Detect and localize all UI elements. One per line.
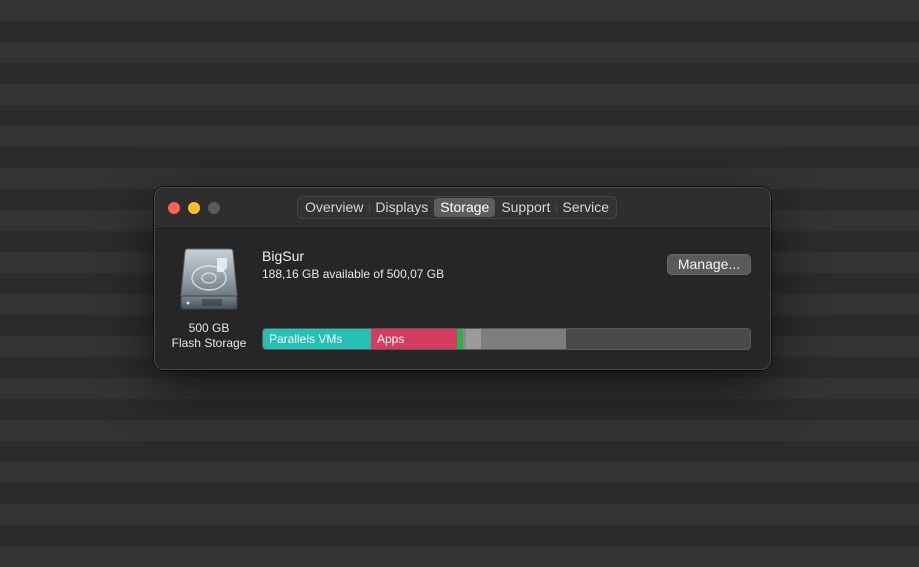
tab-support[interactable]: Support [495,198,556,217]
minimize-window-button[interactable] [188,202,200,214]
storage-segment-parallels-vms[interactable]: Parallels VMs [263,329,371,349]
volume-name: BigSur [262,248,305,264]
tab-displays[interactable]: Displays [369,198,434,217]
storage-segment-system[interactable] [481,329,566,349]
volume-available-text: 188,16 GB available of 500,07 GB [262,267,445,281]
close-window-button[interactable] [168,202,180,214]
manage-button[interactable]: Manage... [667,254,751,275]
zoom-window-button [208,202,220,214]
drive-type-label: Flash Storage [171,336,247,350]
tab-service[interactable]: Service [556,198,615,217]
storage-panel: 500 GB Flash Storage BigSur 188,16 GB av… [155,229,770,369]
storage-usage-bar[interactable]: Parallels VMs Apps [262,328,751,350]
tab-storage[interactable]: Storage [434,198,496,217]
tab-overview[interactable]: Overview [299,198,369,217]
tab-bar: Overview Displays Storage Support Servic… [297,196,618,219]
about-this-mac-window: Overview Displays Storage Support Servic… [154,187,771,370]
titlebar: Overview Displays Storage Support Servic… [155,188,770,229]
storage-segment-light-gray[interactable] [466,329,481,349]
hard-drive-icon [180,248,238,310]
drive-caption: 500 GB Flash Storage [163,321,255,351]
drive-size-label: 500 GB [188,321,230,335]
storage-segment-apps[interactable]: Apps [371,329,457,349]
